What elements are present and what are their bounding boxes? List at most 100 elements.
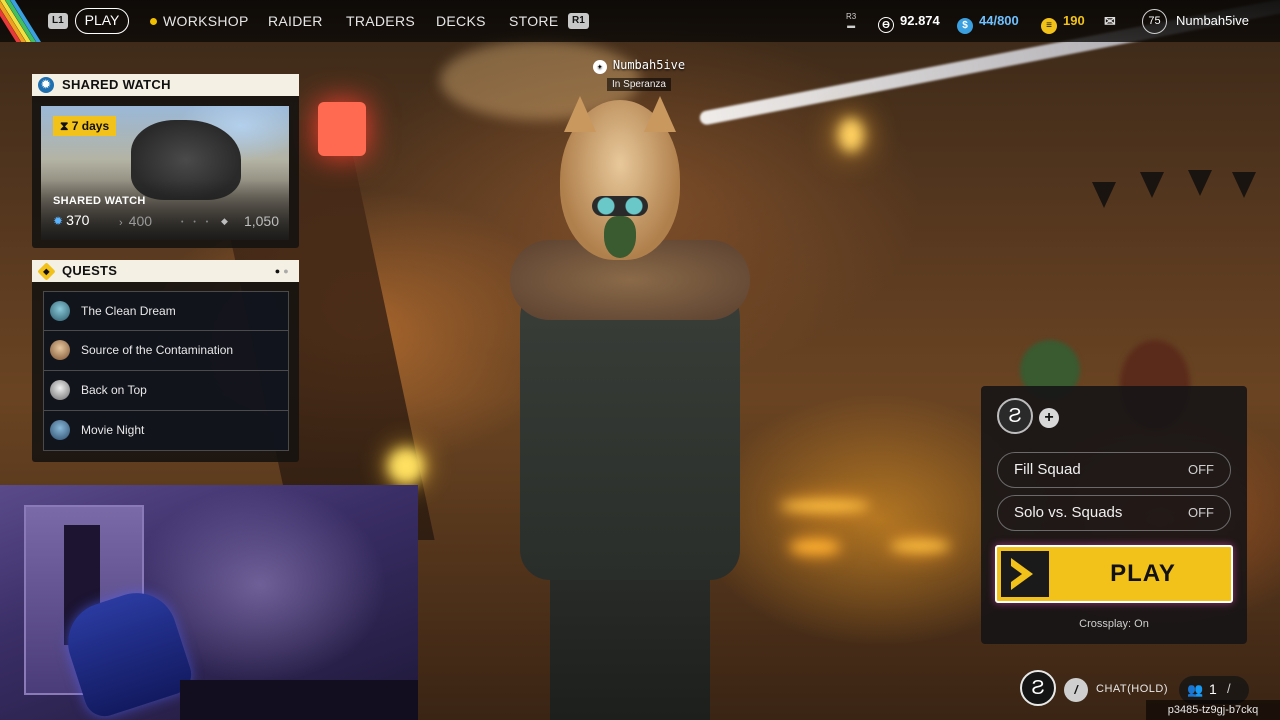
coins-value: 92.874	[900, 13, 940, 28]
squad-member-avatar[interactable]: Ƨ	[997, 398, 1033, 434]
fox-ear	[644, 96, 676, 132]
player-nameplate: ✦ Numbah5ive In Speranza	[574, 58, 704, 92]
coins-stat: Ɵ 92.874	[878, 0, 940, 42]
quests-panel: ◆ QUESTS ● ● The Clean Dream Source of t…	[32, 260, 299, 462]
raider-token-icon: ≡	[1041, 18, 1057, 34]
tab-play[interactable]: PLAY	[75, 8, 129, 34]
webcam-desk	[180, 680, 418, 720]
r3-label: R3	[846, 12, 857, 21]
raider-currency-stat: ≡ 190	[1041, 0, 1085, 42]
quest-icon: ◆	[37, 262, 56, 281]
red-lamp	[318, 102, 366, 156]
tab-workshop[interactable]: WORKSHOP	[150, 0, 249, 42]
chat-icon[interactable]: /	[1064, 678, 1088, 702]
bunting-flag	[1232, 172, 1256, 198]
gas-mask	[604, 216, 636, 258]
gear-icon: ✹	[53, 214, 64, 228]
light-glow	[790, 540, 840, 554]
shared-watch-panel[interactable]: ✹ SHARED WATCH ⧗ 7 days SHARED WATCH ✹ 37…	[32, 74, 299, 248]
friends-icon: 👥	[1187, 682, 1204, 697]
play-button[interactable]: PLAY	[995, 545, 1233, 603]
light-glow	[838, 118, 864, 152]
quest-list: The Clean Dream Source of the Contaminat…	[43, 291, 289, 451]
crossplay-status: Crossplay: On	[1079, 618, 1149, 630]
quest-giver-avatar	[50, 301, 70, 321]
quest-item[interactable]: Back on Top	[43, 371, 289, 411]
rainbow-stripes-logo	[0, 0, 44, 42]
quest-giver-avatar	[50, 340, 70, 360]
fill-squad-toggle[interactable]: Fill Squad OFF	[997, 452, 1231, 488]
quest-pager[interactable]: ● ●	[275, 260, 289, 282]
quest-label: The Clean Dream	[81, 304, 176, 318]
shared-watch-header: ✹ SHARED WATCH	[32, 74, 299, 96]
session-id: p3485-tz9gj-b7ckq	[1146, 700, 1280, 720]
tokens-value: 44/800	[979, 13, 1019, 28]
notification-dot	[150, 18, 157, 25]
shared-watch-card-title: SHARED WATCH	[53, 195, 146, 207]
raider-currency-value: 190	[1063, 13, 1085, 28]
quest-item[interactable]: The Clean Dream	[43, 291, 289, 331]
raider-character	[480, 96, 780, 720]
chat-hint: CHAT(HOLD)	[1096, 683, 1169, 695]
solo-vs-squads-label: Solo vs. Squads	[1014, 504, 1123, 521]
username[interactable]: Numbah5ive	[1176, 0, 1249, 42]
tab-raider[interactable]: RAIDER	[268, 0, 323, 42]
l1-button-hint[interactable]: L1	[48, 13, 68, 29]
next-milestone: › 400	[119, 213, 152, 229]
player-avatar[interactable]: Ƨ	[1020, 670, 1056, 706]
player-name-row: ✦ Numbah5ive	[574, 58, 704, 74]
tab-workshop-label: WORKSHOP	[163, 13, 249, 29]
pencil-icon: /	[1227, 681, 1231, 696]
quest-giver-avatar	[50, 420, 70, 440]
tab-store[interactable]: STORE	[509, 0, 558, 42]
play-chevron-icon	[1001, 551, 1049, 597]
quest-label: Source of the Contamination	[81, 343, 234, 357]
character-legs	[550, 560, 710, 720]
add-squad-member-button[interactable]: +	[1039, 408, 1059, 428]
fox-ear	[564, 96, 596, 132]
quest-item[interactable]: Source of the Contamination	[43, 331, 289, 371]
r1-button-hint[interactable]: R1	[568, 13, 589, 29]
player-location: In Speranza	[607, 78, 671, 91]
quests-title: QUESTS	[62, 263, 118, 278]
quest-item[interactable]: Movie Night	[43, 411, 289, 451]
hourglass-icon: ⧗	[60, 119, 69, 133]
fill-squad-value: OFF	[1188, 462, 1214, 477]
quests-header: ◆ QUESTS ● ●	[32, 260, 299, 282]
max-milestone: 1,050	[243, 213, 279, 229]
next-milestone-value: 400	[128, 213, 153, 229]
bunting-flag	[1140, 172, 1164, 198]
solo-vs-squads-toggle[interactable]: Solo vs. Squads OFF	[997, 495, 1231, 531]
current-points: ✹ 370	[53, 212, 89, 228]
quest-label: Movie Night	[81, 423, 145, 437]
chevron-right-icon: ›	[119, 217, 123, 229]
r3-button-hint: R3 ▬	[846, 12, 857, 30]
tab-decks[interactable]: DECKS	[436, 0, 486, 42]
time-remaining: 7 days	[71, 119, 110, 133]
token-icon: $	[957, 18, 973, 34]
player-name: Numbah5ive	[612, 58, 686, 72]
current-points-value: 370	[66, 212, 90, 228]
quest-giver-avatar	[50, 380, 70, 400]
gear-icon: ✹	[38, 77, 54, 93]
bunting-flag	[1092, 182, 1116, 208]
webcam-overlay	[0, 485, 418, 720]
coin-icon: Ɵ	[878, 17, 894, 33]
mail-icon[interactable]: ✉	[1104, 0, 1116, 42]
light-glow	[780, 500, 870, 512]
tab-traders[interactable]: TRADERS	[346, 0, 415, 42]
top-navigation-bar: L1 PLAY WORKSHOP RAIDER TRADERS DECKS ST…	[0, 0, 1280, 42]
friends-count: 1	[1209, 681, 1217, 697]
play-button-label: PLAY	[1110, 560, 1176, 587]
tokens-stat: $44/800	[957, 0, 1019, 42]
shared-watch-progress: ✹ 370 › 400 • • • ◆ 1,050	[53, 212, 279, 232]
shared-watch-card[interactable]: ⧗ 7 days SHARED WATCH ✹ 370 › 400 • • • ◆ …	[41, 106, 289, 240]
bunting-flag	[1188, 170, 1212, 196]
fill-squad-label: Fill Squad	[1014, 461, 1081, 478]
player-level-badge: 75	[1142, 9, 1167, 34]
light-glow	[388, 448, 424, 484]
player-emblem-icon: ✦	[592, 60, 607, 74]
progress-dots: • • •	[181, 219, 213, 226]
shared-watch-title: SHARED WATCH	[62, 77, 171, 92]
solo-vs-squads-value: OFF	[1188, 505, 1214, 520]
